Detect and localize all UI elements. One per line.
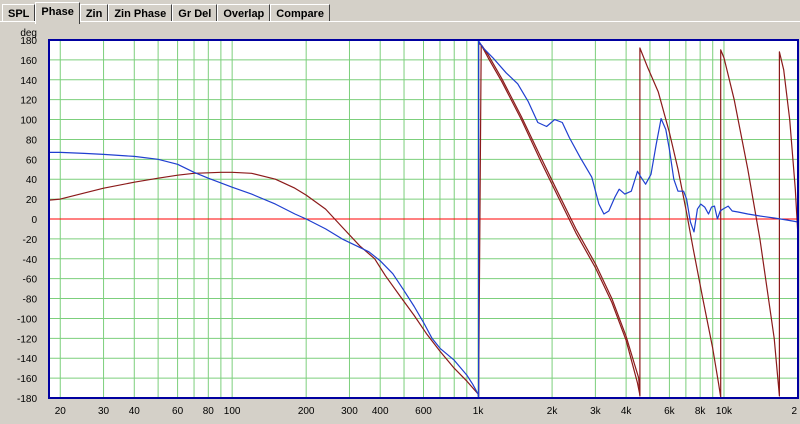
x-tick-label: 300 <box>341 406 358 417</box>
x-tick-label: 200 <box>298 406 315 417</box>
phase-chart[interactable]: 180 160 140 120 100 80 60 40 20 0 -20 -40 -60 -80 -100… <box>0 22 800 419</box>
x-tick-label: 600 <box>415 406 432 417</box>
y-tick-label: -100 <box>17 314 37 325</box>
y-tick-label: -180 <box>17 394 37 405</box>
y-tick-label: -140 <box>17 354 37 365</box>
y-tick-label: 120 <box>20 96 37 107</box>
x-tick-label: 60 <box>172 406 184 417</box>
y-tick-label: 100 <box>20 116 37 127</box>
x-tick-label: 30 <box>98 406 110 417</box>
x-tick-label: 100 <box>224 406 241 417</box>
y-tick-label: 80 <box>26 135 38 146</box>
tab-strip: SPL Phase Zin Zin Phase Gr Del Overlap Compare <box>2 2 330 24</box>
y-axis-label: deg <box>20 28 37 39</box>
phase-chart-svg[interactable]: 180160140120100806040200-20-40-60-80-100… <box>0 22 800 419</box>
y-tick-label: -120 <box>17 334 37 345</box>
y-tick-label: 20 <box>26 195 38 206</box>
x-tick-label: 6k <box>664 406 676 417</box>
x-tick-label: 20 <box>55 406 67 417</box>
tab-phase[interactable]: Phase <box>35 2 80 24</box>
x-tick-label: 1k <box>473 406 485 417</box>
y-tick-label: -160 <box>17 374 37 385</box>
y-tick-label: -80 <box>23 295 38 306</box>
y-tick-label: 140 <box>20 76 37 87</box>
x-tick-label: 4k <box>621 406 633 417</box>
x-tick-label: 3k <box>590 406 602 417</box>
y-tick-label: -20 <box>23 235 38 246</box>
x-tick-label: 2 <box>791 406 797 417</box>
x-tick-label: 40 <box>129 406 141 417</box>
x-tick-label: 8k <box>695 406 707 417</box>
y-tick-label: 60 <box>26 155 38 166</box>
y-tick-label: 40 <box>26 175 38 186</box>
x-tick-label: 80 <box>203 406 215 417</box>
tab-bar: SPL Phase Zin Zin Phase Gr Del Overlap Compare <box>0 0 800 24</box>
x-tick-label: 2k <box>547 406 559 417</box>
y-tick-label: 0 <box>31 215 37 226</box>
x-tick-label: 10k <box>716 406 733 417</box>
y-tick-label: -60 <box>23 275 38 286</box>
x-tick-label: 400 <box>372 406 389 417</box>
y-tick-label: 160 <box>20 56 37 67</box>
y-tick-label: -40 <box>23 255 38 266</box>
